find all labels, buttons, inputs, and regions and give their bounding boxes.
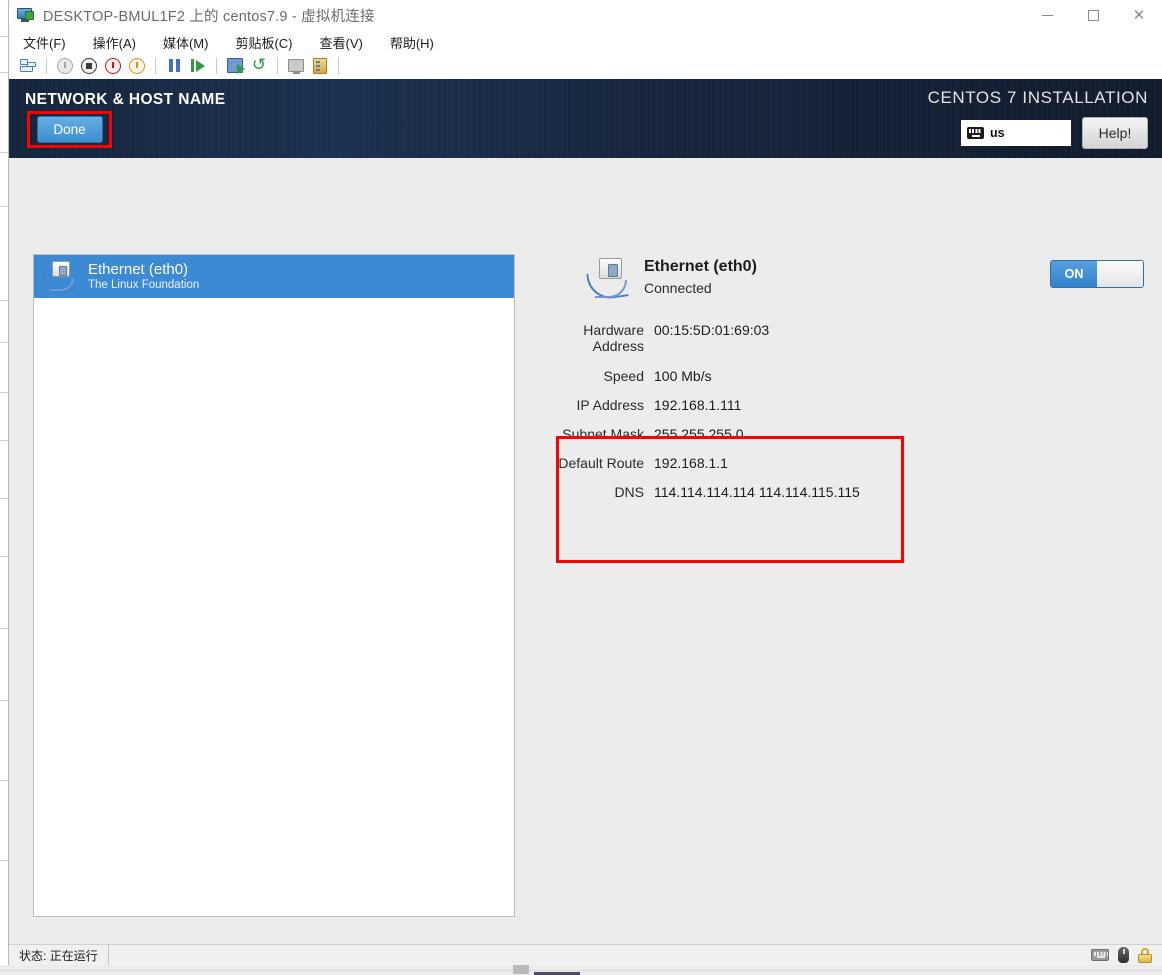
device-text: Ethernet (eth0) The Linux Foundation <box>88 261 199 292</box>
property-key: Hardware Address <box>583 322 644 354</box>
close-icon[interactable]: ✕ <box>1116 0 1162 31</box>
header-controls: us Help! <box>928 117 1148 149</box>
toolbar-separator <box>46 57 47 74</box>
window-title: DESKTOP-BMUL1F2 上的 centos7.9 - 虚拟机连接 <box>43 8 375 25</box>
page-title: NETWORK & HOST NAME <box>25 91 226 108</box>
product-name: CENTOS 7 INSTALLATION <box>927 88 1148 107</box>
settings-icon[interactable] <box>17 55 39 77</box>
menu-media[interactable]: 媒体(M) <box>163 33 209 52</box>
keyboard-icon <box>967 127 984 139</box>
menu-bar: 文件(F) 操作(A) 媒体(M) 剪贴板(C) 查看(V) 帮助(H) <box>9 31 1162 53</box>
installer-header: NETWORK & HOST NAME Done CENTOS 7 INSTAL… <box>9 79 1162 158</box>
table-row: Hardware Address 00:15:5D:01:69:03 <box>532 322 1142 354</box>
vm-screen: NETWORK & HOST NAME Done CENTOS 7 INSTAL… <box>9 79 1162 944</box>
status-state: 状态: 正在运行 <box>9 944 109 966</box>
ethernet-icon <box>586 258 632 302</box>
done-button[interactable]: Done <box>36 116 103 143</box>
property-key: IP Address <box>576 397 644 413</box>
status-icons <box>1091 947 1152 963</box>
background-window-sliver <box>0 0 9 975</box>
revert-icon[interactable]: ↺ <box>248 55 270 77</box>
menu-file[interactable]: 文件(F) <box>23 33 66 52</box>
checkpoint-icon[interactable] <box>224 55 246 77</box>
toggle-on-label: ON <box>1051 261 1097 287</box>
table-row: Default Route 192.168.1.1 <box>532 455 1142 471</box>
pause-icon[interactable] <box>163 55 185 77</box>
vm-connection-window: DESKTOP-BMUL1F2 上的 centos7.9 - 虚拟机连接 ✕ 文… <box>9 0 1162 975</box>
keyboard-layout-label: us <box>990 126 1005 140</box>
menu-view[interactable]: 查看(V) <box>320 33 363 52</box>
table-row: Subnet Mask 255.255.255.0 <box>532 426 1142 442</box>
status-bar: 状态: 正在运行 <box>9 944 1162 966</box>
toolbar-separator <box>216 57 217 74</box>
title-bar: DESKTOP-BMUL1F2 上的 centos7.9 - 虚拟机连接 ✕ <box>9 0 1162 31</box>
keyboard-icon <box>1091 949 1109 961</box>
toolbar-separator <box>155 57 156 74</box>
table-row: DNS 114.114.114.114 114.114.115.115 <box>532 484 1142 500</box>
device-detail-panel: Ethernet (eth0) Connected ON Hardware Ad… <box>532 258 1144 514</box>
toggle-track <box>1097 261 1143 287</box>
device-name: Ethernet (eth0) <box>88 260 189 278</box>
property-key: Default Route <box>558 455 644 471</box>
vm-connect-icon <box>17 7 35 23</box>
enhanced-session-icon[interactable] <box>285 55 307 77</box>
host-taskbar-strip <box>0 965 1162 975</box>
lock-icon <box>1138 947 1152 963</box>
device-detail-header: Ethernet (eth0) Connected ON <box>532 258 1144 302</box>
menu-action[interactable]: 操作(A) <box>93 33 136 52</box>
property-key: Subnet Mask <box>562 426 644 442</box>
device-properties: Hardware Address 00:15:5D:01:69:03 Speed… <box>532 322 1142 500</box>
property-value: 192.168.1.1 <box>654 455 728 471</box>
device-detail-text: Ethernet (eth0) Connected <box>644 258 757 296</box>
device-vendor: The Linux Foundation <box>88 279 200 292</box>
power-off-icon[interactable] <box>102 55 124 77</box>
property-key: DNS <box>614 484 644 500</box>
window-controls: ✕ <box>1024 0 1162 31</box>
property-value: 00:15:5D:01:69:03 <box>654 322 770 338</box>
installer-body: Ethernet (eth0) The Linux Foundation + − <box>9 158 1162 944</box>
property-value: 114.114.114.114 114.114.115.115 <box>654 484 860 500</box>
device-detail-name: Ethernet (eth0) <box>644 258 757 275</box>
done-button-highlight: Done <box>27 111 112 148</box>
start-icon[interactable] <box>126 55 148 77</box>
device-connection-state: Connected <box>644 280 712 296</box>
help-button[interactable]: Help! <box>1082 117 1148 149</box>
installer-header-right: CENTOS 7 INSTALLATION us Help! <box>928 88 1148 149</box>
screenshot-root: DESKTOP-BMUL1F2 上的 centos7.9 - 虚拟机连接 ✕ 文… <box>0 0 1162 975</box>
ethernet-icon <box>42 260 78 294</box>
toolbar: ↺ <box>9 53 1162 79</box>
keyboard-layout-indicator[interactable]: us <box>961 120 1071 146</box>
shut-down-icon[interactable] <box>78 55 100 77</box>
minimize-icon[interactable] <box>1024 0 1070 31</box>
toolbar-separator <box>338 57 339 74</box>
menu-help[interactable]: 帮助(H) <box>390 33 434 52</box>
property-key: Speed <box>603 368 644 384</box>
table-row: IP Address 192.168.1.111 <box>532 397 1142 413</box>
property-value: 100 Mb/s <box>654 368 712 384</box>
maximize-icon[interactable] <box>1070 0 1116 31</box>
menu-clipboard[interactable]: 剪贴板(C) <box>235 33 292 52</box>
network-device-list[interactable]: Ethernet (eth0) The Linux Foundation <box>33 254 515 917</box>
toolbar-separator <box>277 57 278 74</box>
list-item[interactable]: Ethernet (eth0) The Linux Foundation <box>34 255 514 298</box>
table-row: Speed 100 Mb/s <box>532 368 1142 384</box>
server-icon[interactable] <box>309 55 331 77</box>
property-value: 192.168.1.111 <box>654 397 742 413</box>
device-power-toggle[interactable]: ON <box>1050 260 1144 288</box>
turn-off-icon[interactable] <box>54 55 76 77</box>
property-value: 255.255.255.0 <box>654 426 744 442</box>
mouse-icon <box>1118 947 1129 963</box>
resume-icon[interactable] <box>187 55 209 77</box>
